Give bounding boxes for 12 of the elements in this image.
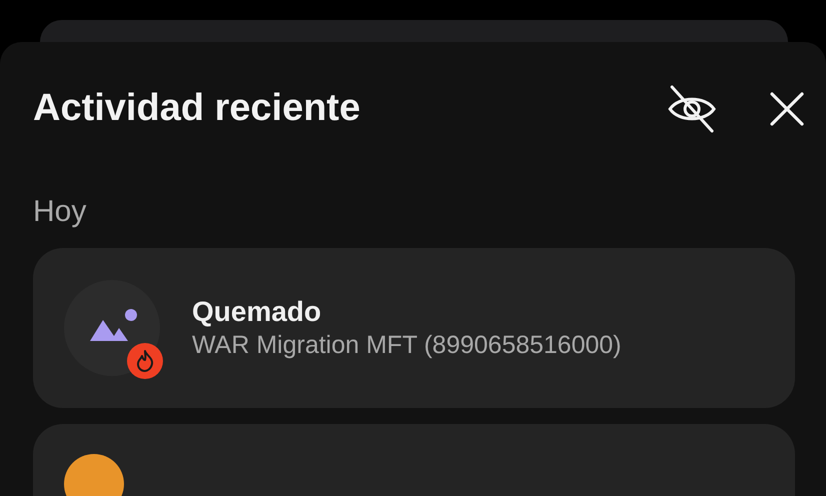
token-avatar xyxy=(64,454,124,496)
activity-title: Quemado xyxy=(192,294,322,329)
hide-button[interactable] xyxy=(667,84,717,134)
activity-card[interactable]: Quemado WAR Migration MFT (8990658516000) xyxy=(33,248,795,408)
section-heading: Hoy xyxy=(33,194,88,230)
sheet-title: Actividad reciente xyxy=(33,86,360,132)
close-button[interactable] xyxy=(769,91,805,127)
close-icon xyxy=(769,91,805,127)
image-icon xyxy=(89,308,139,342)
activity-subtitle: WAR Migration MFT (8990658516000) xyxy=(192,330,622,361)
eye-slash-icon xyxy=(667,84,717,134)
flame-icon xyxy=(126,342,164,380)
